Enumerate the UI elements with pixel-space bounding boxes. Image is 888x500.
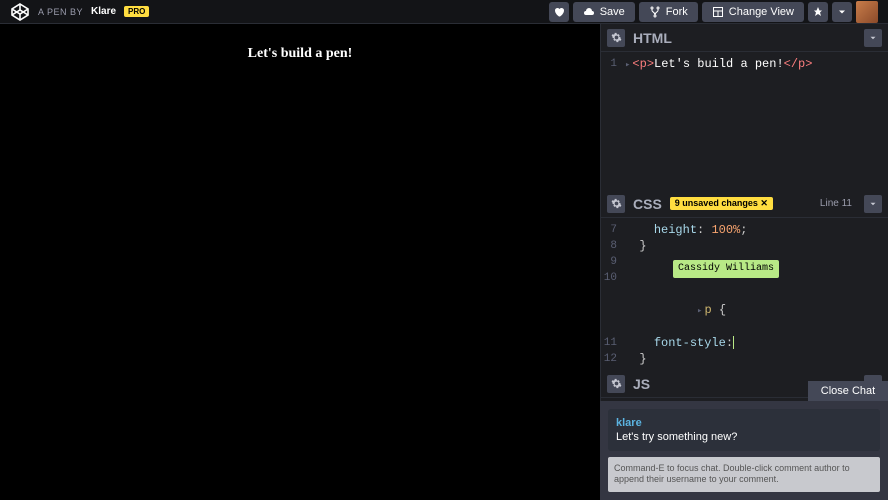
line-indicator: Line 11 [820, 198, 852, 209]
top-bar: A PEN BY Klare PRO Save Fork Change View [0, 0, 888, 24]
save-label: Save [600, 6, 625, 18]
html-editor[interactable]: 1 ▸<p>Let's build a pen!</p> [601, 52, 888, 190]
line-number: 12 [601, 351, 625, 367]
preview-text: Let's build a pen! [248, 46, 353, 500]
change-view-label: Change View [729, 6, 794, 18]
line-number: 10 [601, 270, 625, 335]
pin-icon [812, 6, 824, 18]
chat-input[interactable]: Command-E to focus chat. Double-click co… [608, 457, 880, 492]
code-line: 11 font-style: [601, 335, 888, 351]
author-name[interactable]: Klare [91, 6, 116, 17]
code-line: 10 Cassidy Williams ▸p { [601, 270, 888, 335]
avatar[interactable] [856, 1, 878, 23]
main: Let's build a pen! HTML 1 ▸<p>Let's buil… [0, 24, 888, 500]
chat-message: klare Let's try something new? [608, 409, 880, 451]
chat-body: klare Let's try something new? Command-E… [600, 401, 888, 500]
css-settings-button[interactable] [607, 195, 625, 213]
code-line: 12 } [601, 351, 888, 367]
line-number: 11 [601, 335, 625, 351]
fork-label: Fork [666, 6, 688, 18]
line-number: 8 [601, 238, 625, 254]
gear-icon [611, 198, 622, 209]
line-number: 9 [601, 254, 625, 270]
collab-cursor-label: Cassidy Williams [673, 260, 779, 278]
code-line: 1 ▸<p>Let's build a pen!</p> [601, 56, 888, 73]
heart-button[interactable] [549, 2, 569, 22]
close-chat-button[interactable]: Close Chat [808, 381, 888, 401]
preview-pane: Let's build a pen! [0, 24, 600, 500]
heart-icon [553, 6, 565, 18]
save-button[interactable]: Save [573, 2, 635, 22]
code-line: 8 } [601, 238, 888, 254]
html-expand-button[interactable] [864, 29, 882, 47]
html-panel-title: HTML [633, 30, 672, 46]
more-button[interactable] [832, 2, 852, 22]
cloud-icon [583, 6, 595, 18]
chevron-down-icon [868, 33, 878, 43]
css-editor[interactable]: 7 height: 100%; 8 } 9 10 Cassidy William… [601, 218, 888, 370]
header-left: A PEN BY Klare PRO [10, 2, 149, 22]
chevron-down-icon [868, 199, 878, 209]
change-view-button[interactable]: Change View [702, 2, 804, 22]
gear-icon [611, 32, 622, 43]
fold-icon[interactable]: ▸ [625, 60, 630, 70]
unsaved-badge[interactable]: 9 unsaved changes ✕ [670, 197, 773, 210]
line-number: 1 [601, 56, 625, 73]
fork-icon [649, 6, 661, 18]
fork-button[interactable]: Fork [639, 2, 698, 22]
code-line: 7 height: 100%; [601, 222, 888, 238]
header-right: Save Fork Change View [549, 1, 878, 23]
line-number: 7 [601, 222, 625, 238]
fold-icon[interactable]: ▸ [697, 306, 702, 316]
collab-cursor-icon [733, 336, 734, 349]
chat-panel: Close Chat klare Let's try something new… [600, 381, 888, 500]
pin-button[interactable] [808, 2, 828, 22]
css-panel-header: CSS 9 unsaved changes ✕ Line 11 [601, 190, 888, 218]
chat-text: Let's try something new? [616, 431, 872, 443]
css-panel-title: CSS [633, 196, 662, 212]
layout-icon [712, 6, 724, 18]
chat-username[interactable]: klare [616, 417, 872, 429]
editor-panels: HTML 1 ▸<p>Let's build a pen!</p> CSS 9 … [600, 24, 888, 500]
chevron-down-icon [836, 6, 848, 18]
html-panel-header: HTML [601, 24, 888, 52]
codepen-logo-icon[interactable] [10, 2, 30, 22]
css-expand-button[interactable] [864, 195, 882, 213]
pro-badge: PRO [124, 6, 149, 17]
pen-by-label: A PEN BY [38, 7, 83, 17]
html-settings-button[interactable] [607, 29, 625, 47]
